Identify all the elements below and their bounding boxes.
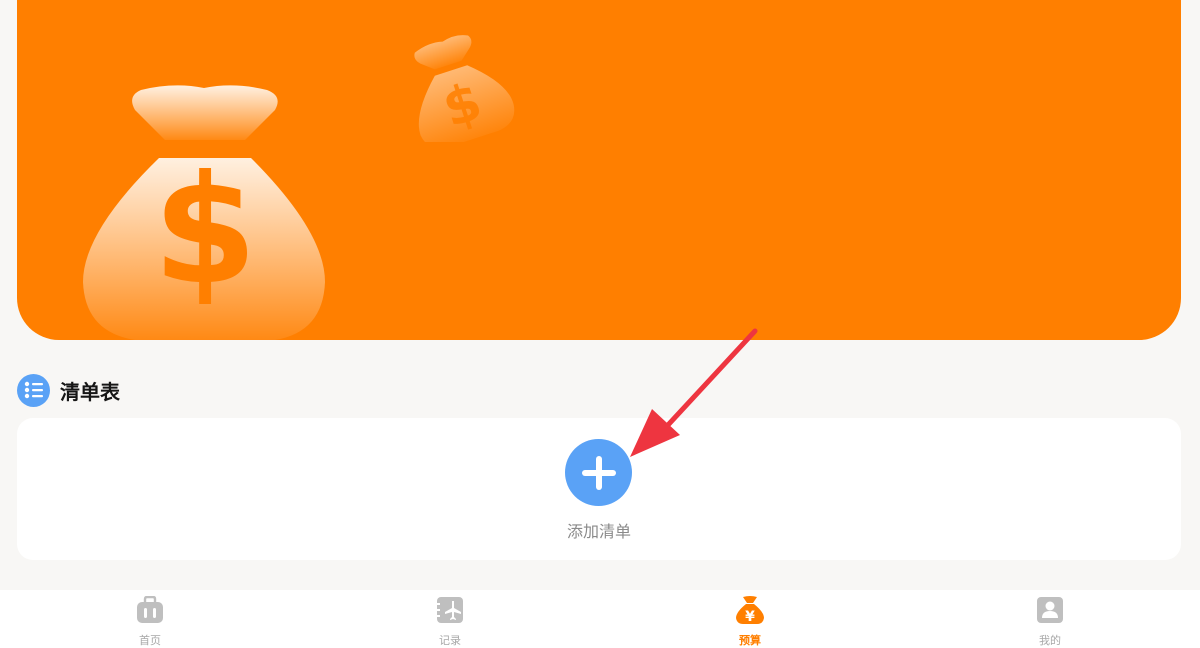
tab-home-label: 首页 [139,634,161,647]
list-icon [17,373,50,407]
tab-records[interactable]: 记录 [300,590,600,648]
checklist-title: 清单表 [60,379,120,404]
add-checklist-label[interactable]: 添加清单 [17,518,1181,542]
checklist-header: 清单表 [17,373,120,407]
svg-text:¥: ¥ [745,609,755,625]
annotation-arrow [630,328,758,457]
tab-mine-label: 我的 [1039,634,1061,647]
tab-budget[interactable]: ¥ 预算 [600,590,900,648]
user-profile-icon [1035,595,1065,625]
bottom-tab-bar: 首页 记录 ¥ 预算 我的 [0,590,1200,648]
tab-records-label: 记录 [439,634,461,647]
notebook-plane-icon [435,595,465,625]
plus-icon [581,455,616,490]
money-bag-icon: $ [414,35,515,142]
money-bag-icon: $ [83,85,325,340]
checklist-card: 添加清单 [17,418,1181,560]
suitcase-icon [135,595,165,625]
tab-budget-label: 预算 [739,634,761,647]
svg-text:$: $ [153,144,257,318]
tab-home[interactable]: 首页 [0,590,300,648]
tab-mine[interactable]: 我的 [900,590,1200,648]
money-bag-yen-icon: ¥ [735,595,765,625]
budget-banner: $ $ [17,0,1181,340]
